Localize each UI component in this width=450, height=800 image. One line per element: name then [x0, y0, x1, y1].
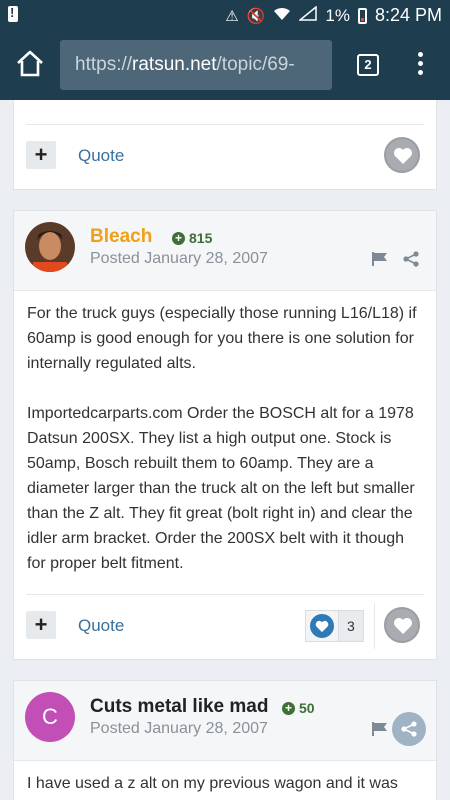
reaction-separator — [374, 603, 375, 649]
quote-link[interactable]: Quote — [78, 616, 124, 636]
avatar[interactable] — [25, 222, 75, 272]
reaction-summary[interactable]: 3 — [305, 610, 364, 642]
browser-toolbar: https://ratsun.net/topic/69- 2 — [0, 30, 450, 100]
reputation-count: 50 — [299, 700, 315, 716]
status-bar: ⚠ 🔇 1% 8:24 PM — [0, 0, 450, 30]
post-divider — [26, 594, 424, 595]
home-button[interactable] — [14, 48, 46, 80]
post-date[interactable]: Posted January 28, 2007 — [90, 250, 268, 268]
share-icon[interactable] — [403, 251, 419, 267]
url-path: /topic/69- — [216, 54, 295, 75]
like-button[interactable] — [384, 607, 420, 643]
url-host: ratsun.net — [132, 54, 217, 75]
multiquote-button[interactable]: + — [26, 611, 56, 639]
avatar-photo — [25, 222, 75, 272]
author-name[interactable]: Cuts metal like mad — [90, 696, 268, 718]
battery-icon — [357, 7, 367, 24]
nfc-icon: ⚠ — [225, 7, 239, 25]
quote-link[interactable]: Quote — [78, 146, 124, 166]
plus-circle-icon: + — [172, 231, 185, 245]
post-card: Bleach + 815 Posted January 28, 2007 For… — [13, 210, 437, 660]
post-paragraph: I have used a z alt on my previous wagon… — [27, 775, 398, 792]
like-button[interactable] — [384, 137, 420, 173]
post-card-previous: + Quote — [13, 100, 437, 190]
status-icons: ⚠ 🔇 1% 8:24 PM — [225, 5, 442, 26]
clock: 8:24 PM — [374, 5, 442, 25]
reputation-count: 815 — [189, 230, 213, 246]
post-date[interactable]: Posted January 28, 2007 — [90, 720, 268, 738]
reputation-badge: + 50 — [282, 700, 315, 716]
share-icon — [401, 721, 417, 737]
mute-icon: 🔇 — [246, 7, 266, 25]
report-flag-icon[interactable] — [371, 721, 389, 737]
reaction-count: 3 — [338, 611, 363, 641]
plus-circle-icon: + — [282, 701, 295, 715]
post-paragraph: Importedcarparts.com Order the BOSCH alt… — [27, 405, 415, 572]
avatar-letter: C — [42, 704, 58, 729]
url-scheme: https:// — [75, 54, 133, 75]
share-button[interactable] — [392, 712, 426, 746]
post-header: Bleach + 815 Posted January 28, 2007 — [14, 211, 436, 291]
tab-switcher-button[interactable]: 2 — [357, 54, 379, 76]
multiquote-button[interactable]: + — [26, 141, 56, 169]
like-reaction-icon — [310, 614, 334, 638]
post-header: C Cuts metal like mad + 50 Posted Januar… — [14, 681, 436, 761]
avatar[interactable]: C — [25, 692, 75, 742]
notification-icon — [8, 5, 18, 22]
signal-icon — [298, 5, 318, 25]
home-icon — [17, 50, 43, 77]
post-body: I have used a z alt on my previous wagon… — [27, 771, 423, 800]
overflow-menu-icon[interactable] — [414, 52, 426, 78]
post-divider — [26, 124, 424, 125]
page-content: + Quote Bleach + 815 Posted January 28, … — [0, 100, 450, 800]
post-card: C Cuts metal like mad + 50 Posted Januar… — [13, 680, 437, 800]
reputation-badge: + 815 — [172, 230, 212, 246]
battery-percent: 1% — [325, 5, 350, 25]
heart-icon — [394, 618, 412, 634]
heart-icon — [394, 148, 412, 164]
url-bar[interactable]: https://ratsun.net/topic/69- — [60, 40, 332, 90]
post-body: For the truck guys (especially those run… — [27, 301, 423, 601]
report-flag-icon[interactable] — [371, 251, 389, 267]
author-name[interactable]: Bleach — [90, 226, 152, 248]
wifi-icon — [273, 6, 291, 25]
post-paragraph: For the truck guys (especially those run… — [27, 305, 417, 372]
